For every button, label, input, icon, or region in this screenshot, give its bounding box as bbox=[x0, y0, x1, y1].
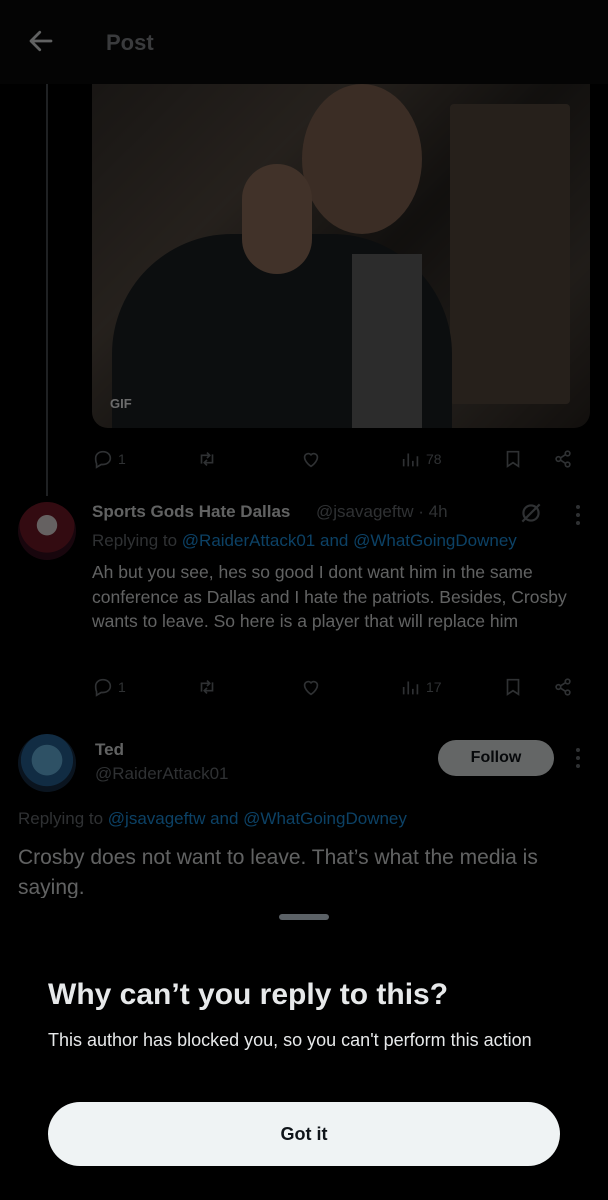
views-button[interactable]: 78 bbox=[400, 444, 442, 474]
repost-icon bbox=[200, 451, 214, 467]
share-button[interactable] bbox=[552, 444, 574, 474]
repost-button[interactable] bbox=[196, 444, 218, 474]
replying-prefix: Replying to bbox=[92, 531, 182, 550]
reply-author-name[interactable]: Sports Gods Hate Dallas bbox=[92, 502, 290, 522]
reply-author-handle-time[interactable]: @jsavageftw · 4h bbox=[316, 502, 448, 522]
gif-background bbox=[450, 104, 570, 404]
share-button[interactable] bbox=[552, 672, 574, 702]
more-options-icon[interactable] bbox=[575, 748, 581, 770]
bookmark-icon bbox=[506, 678, 520, 696]
reply-icon bbox=[94, 678, 112, 697]
views-count: 78 bbox=[426, 451, 442, 467]
sheet-grabber[interactable] bbox=[279, 914, 329, 920]
bookmark-button[interactable] bbox=[502, 672, 524, 702]
repost-icon bbox=[200, 679, 214, 695]
share-icon bbox=[555, 450, 571, 468]
reply-count: 1 bbox=[118, 679, 126, 695]
heart-icon bbox=[303, 680, 319, 696]
avatar[interactable] bbox=[18, 734, 76, 792]
follow-button[interactable]: Follow bbox=[438, 740, 554, 776]
top-bar: Post bbox=[0, 0, 608, 84]
repost-button[interactable] bbox=[196, 672, 218, 702]
bookmark-icon bbox=[506, 450, 520, 468]
gif-figure-hand bbox=[242, 164, 312, 274]
post-author-handle[interactable]: @RaiderAttack01 bbox=[95, 764, 229, 784]
sheet-title: Why can’t you reply to this? bbox=[48, 978, 449, 1011]
replying-prefix: Replying to bbox=[18, 809, 108, 828]
grok-icon[interactable] bbox=[518, 500, 544, 526]
heart-icon bbox=[303, 452, 319, 468]
back-arrow-icon[interactable] bbox=[26, 26, 56, 56]
gif-figure-shirt bbox=[352, 254, 422, 428]
gif-media[interactable]: GIF bbox=[92, 84, 590, 428]
views-chart-icon bbox=[402, 681, 419, 695]
reply-button[interactable]: 1 bbox=[92, 672, 126, 702]
post-actions-bar: 1 78 bbox=[92, 444, 582, 474]
gif-badge: GIF bbox=[110, 396, 132, 411]
bookmark-button[interactable] bbox=[502, 444, 524, 474]
post-text: Crosby does not want to leave. That’s wh… bbox=[18, 846, 538, 899]
like-button[interactable] bbox=[300, 444, 322, 474]
views-chart-icon bbox=[402, 453, 419, 467]
more-options-icon[interactable] bbox=[575, 505, 581, 527]
reply-actions-bar: 1 17 bbox=[92, 672, 582, 702]
post-author-name[interactable]: Ted bbox=[95, 740, 124, 760]
share-icon bbox=[555, 678, 571, 696]
reply-text: Ah but you see, hes so good I dont want … bbox=[92, 562, 567, 631]
sheet-description: This author has blocked you, so you can'… bbox=[48, 1030, 532, 1050]
like-button[interactable] bbox=[300, 672, 322, 702]
replying-mentions[interactable]: @RaiderAttack01 and @WhatGoingDowney bbox=[182, 531, 517, 550]
avatar[interactable] bbox=[18, 502, 76, 560]
replying-mentions[interactable]: @jsavageftw and @WhatGoingDowney bbox=[108, 809, 407, 828]
page-title: Post bbox=[106, 30, 154, 55]
gif-figure-head bbox=[302, 84, 422, 234]
reply-button[interactable]: 1 bbox=[92, 444, 126, 474]
replying-to: Replying to @jsavageftw and @WhatGoingDo… bbox=[18, 809, 407, 829]
got-it-button[interactable]: Got it bbox=[48, 1102, 560, 1166]
replying-to: Replying to @RaiderAttack01 and @WhatGoi… bbox=[92, 531, 517, 551]
thread-line bbox=[46, 84, 48, 496]
bottom-sheet: Why can’t you reply to this? This author… bbox=[0, 898, 608, 1200]
views-button[interactable]: 17 bbox=[400, 672, 442, 702]
reply-icon bbox=[94, 450, 112, 469]
views-count: 17 bbox=[426, 679, 442, 695]
reply-count: 1 bbox=[118, 451, 126, 467]
